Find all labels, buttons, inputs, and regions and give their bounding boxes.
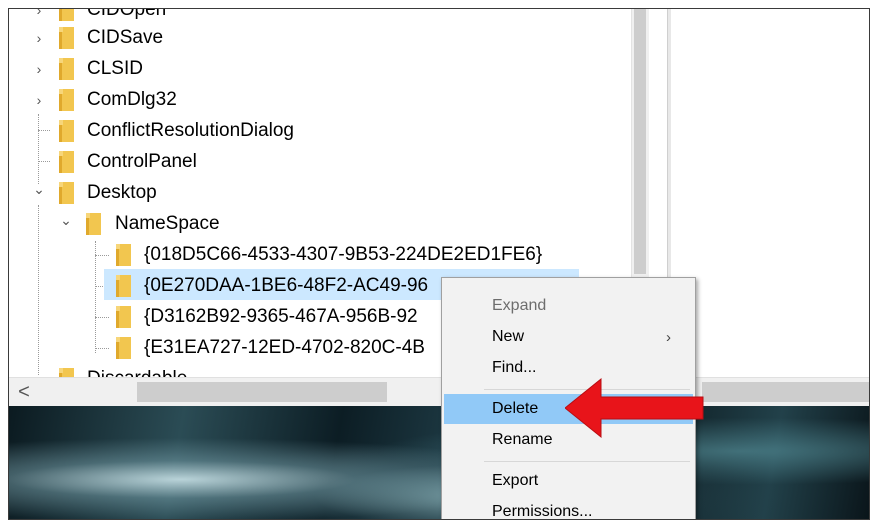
scrollbar-thumb[interactable] bbox=[137, 382, 387, 402]
tree-item-label: ConflictResolutionDialog bbox=[87, 120, 294, 141]
tree-item-label: ComDlg32 bbox=[87, 89, 177, 110]
tree-item-label: {0E270DAA-1BE6-48F2-AC49-96 bbox=[144, 275, 429, 296]
chevron-right-icon[interactable]: › bbox=[31, 23, 47, 53]
chevron-right-icon[interactable]: › bbox=[31, 54, 47, 84]
folder-icon bbox=[59, 27, 74, 49]
scrollbar-thumb[interactable] bbox=[634, 9, 646, 274]
chevron-right-icon: › bbox=[666, 328, 671, 346]
tree-item-guid-018d5c66[interactable]: {018D5C66-4533-4307-9B53-224DE2ED1FE6} bbox=[9, 240, 629, 270]
chevron-right-icon[interactable]: › bbox=[31, 85, 47, 115]
tree-item-label: {018D5C66-4533-4307-9B53-224DE2ED1FE6} bbox=[144, 244, 543, 265]
tree-item-label: CIDSave bbox=[87, 27, 164, 48]
scroll-left-arrow-icon[interactable]: < bbox=[15, 378, 33, 407]
tree-item-label: CIDOpen bbox=[87, 9, 167, 20]
tree-vertical-scrollbar[interactable] bbox=[631, 9, 649, 277]
tree-item-label: {E31EA727-12ED-4702-820C-4B bbox=[144, 337, 425, 358]
menu-item-new[interactable]: New › bbox=[444, 322, 693, 352]
tree-item-controlpanel[interactable]: ControlPanel bbox=[9, 147, 629, 177]
tree-item-desktop[interactable]: ⌄ Desktop bbox=[9, 178, 629, 208]
tree-item-clsid[interactable]: › CLSID bbox=[9, 54, 629, 84]
menu-item-export[interactable]: Export bbox=[444, 466, 693, 496]
folder-icon bbox=[116, 244, 131, 266]
folder-icon bbox=[116, 306, 131, 328]
tree-item-label: {D3162B92-9365-467A-956B-92 bbox=[144, 306, 418, 327]
chevron-down-icon[interactable]: ⌄ bbox=[31, 174, 47, 204]
folder-icon bbox=[59, 89, 74, 111]
tree-item-label: Desktop bbox=[87, 182, 157, 203]
folder-icon bbox=[116, 337, 131, 359]
horizontal-scrollbar[interactable]: < bbox=[9, 377, 869, 407]
folder-icon bbox=[59, 58, 74, 80]
tree-item-label: ControlPanel bbox=[87, 151, 197, 172]
tree-item-label: Discardable bbox=[87, 368, 187, 377]
values-pane[interactable] bbox=[671, 9, 869, 377]
menu-item-expand[interactable]: Expand bbox=[444, 291, 693, 321]
values-scrollbar-thumb[interactable] bbox=[702, 382, 869, 402]
red-arrow-annotation-icon bbox=[565, 377, 704, 439]
chevron-down-icon[interactable]: ⌄ bbox=[58, 205, 74, 235]
folder-icon bbox=[116, 275, 131, 297]
regedit-window: › CIDOpen › CIDSave › CLSID › ComDlg32 C… bbox=[8, 8, 870, 520]
chevron-right-icon[interactable]: › bbox=[31, 364, 47, 377]
tree-item-label: NameSpace bbox=[115, 213, 220, 234]
folder-icon bbox=[59, 182, 74, 204]
folder-icon bbox=[59, 151, 74, 173]
menu-separator bbox=[484, 461, 690, 462]
tree-item-label: CLSID bbox=[87, 58, 143, 79]
folder-icon bbox=[59, 368, 74, 377]
folder-icon bbox=[59, 9, 74, 21]
tree-item-cidsave[interactable]: › CIDSave bbox=[9, 23, 629, 53]
tree-item-conflictresolutiondialog[interactable]: ConflictResolutionDialog bbox=[9, 116, 629, 146]
folder-icon bbox=[86, 213, 101, 235]
menu-item-permissions[interactable]: Permissions... bbox=[444, 497, 693, 519]
tree-item-namespace[interactable]: ⌄ NameSpace bbox=[9, 209, 629, 239]
desktop-wallpaper bbox=[9, 406, 869, 519]
folder-icon bbox=[59, 120, 74, 142]
tree-item-comdlg32[interactable]: › ComDlg32 bbox=[9, 85, 629, 115]
